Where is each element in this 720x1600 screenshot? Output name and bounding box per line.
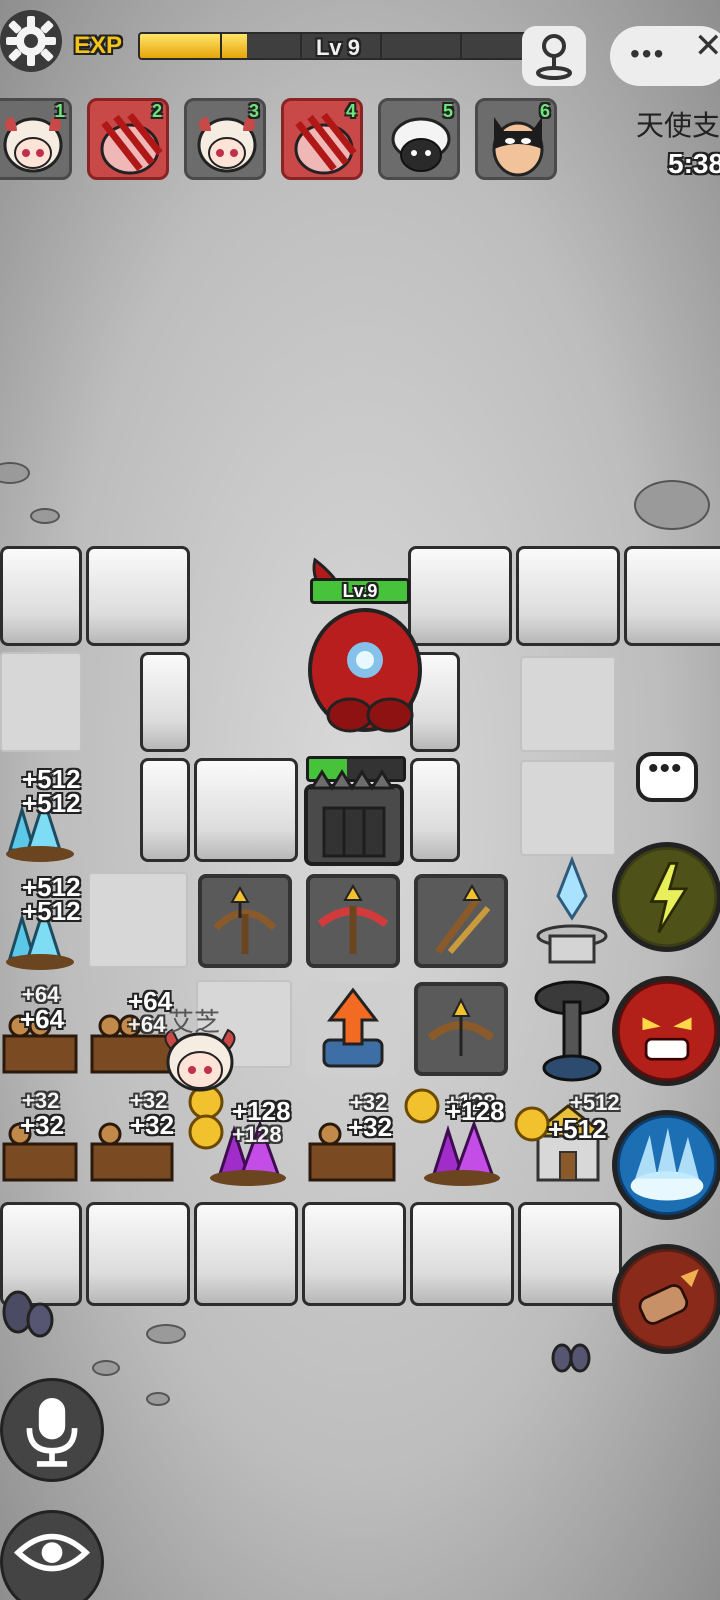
microphone-icon (26, 1397, 78, 1467)
crossbow-upgrade-icon (213, 885, 277, 954)
player-slot-3[interactable]: 3 (184, 98, 266, 180)
crossbow-upgrade-icon (435, 883, 491, 955)
spectate-eye-button[interactable] (0, 1510, 104, 1600)
player-name: 艾芝 (168, 1007, 221, 1037)
wall-block (410, 758, 460, 862)
gold-coin-icon (514, 1106, 550, 1142)
player-slot-4[interactable]: 4 (281, 98, 363, 180)
wall-block (86, 1202, 190, 1306)
floor-cell[interactable] (520, 760, 616, 856)
voice-mic-button[interactable] (0, 1378, 104, 1482)
more-options-icon[interactable]: ••• (630, 38, 665, 70)
gold-coin-icon (404, 1088, 440, 1124)
crossbow-upgrade-icon (427, 997, 495, 1056)
turret-upgrade-slot[interactable] (306, 982, 400, 1076)
floor-cell[interactable] (520, 656, 616, 752)
wall-block (194, 758, 298, 862)
player-number: 3 (248, 101, 259, 121)
player-slot-5[interactable]: 5 (378, 98, 460, 180)
mini-program-capsule: ••• ✕ (610, 26, 720, 86)
resource-gain-label: +512 (548, 1114, 607, 1144)
player-slot-2[interactable]: 2 (87, 98, 169, 180)
wall-block (518, 1202, 622, 1306)
player-number: 1 (54, 101, 65, 121)
dark-crystal-decoration (551, 1343, 591, 1373)
wall-block (194, 1202, 298, 1306)
pebble-decoration (30, 508, 60, 524)
resource-gain-label: +512 (570, 1090, 620, 1115)
wall-block (140, 652, 190, 752)
red-crossbow-tower-slot[interactable] (306, 874, 400, 968)
player-slot-1[interactable]: 1 (0, 98, 72, 180)
chat-dots-icon: ••• (648, 752, 683, 785)
wall-block (86, 546, 190, 646)
boss-level-badge: Lv.9 (310, 578, 410, 604)
resource-gain-label: +64 (20, 1004, 65, 1034)
player-slot-6[interactable]: 6 (475, 98, 557, 180)
close-icon[interactable]: ✕ (694, 26, 720, 66)
wall-block (302, 1202, 406, 1306)
floor-cell[interactable] (0, 652, 82, 752)
settings-gear-icon[interactable] (0, 10, 62, 72)
room-timer: 5:38 (668, 148, 720, 179)
pebble-decoration (92, 1360, 120, 1376)
rage-face-icon (619, 983, 715, 1079)
wall-block (624, 546, 720, 646)
pebble-decoration (0, 462, 30, 484)
player-number: 2 (151, 101, 162, 121)
joystick-button[interactable] (522, 26, 586, 86)
resource-gain-label: +512 (22, 896, 81, 926)
room-title: 天使支 (636, 110, 720, 141)
ice-crystal-shrine[interactable] (526, 856, 618, 972)
pebble-decoration (146, 1324, 186, 1344)
spiked-gate[interactable] (302, 758, 406, 868)
ice-burst-skill-button[interactable] (612, 1110, 720, 1220)
fist-strike-skill-button[interactable] (612, 1244, 720, 1354)
player-number: 6 (539, 101, 550, 121)
bow-tower-slot[interactable] (414, 982, 508, 1076)
ice-burst-icon (619, 1117, 715, 1213)
chat-bubble-button[interactable]: ••• (636, 752, 698, 802)
multi-crossbow-tower-slot[interactable] (414, 874, 508, 968)
wall-block (0, 546, 82, 646)
eye-icon (13, 1533, 91, 1572)
resource-gain-label: +128 (232, 1122, 282, 1147)
exp-label: EXP (74, 32, 123, 59)
player-number: 4 (345, 101, 356, 121)
upgrade-arrow-icon (322, 987, 384, 1068)
player-level: Lv 9 (315, 35, 361, 60)
wall-block (516, 546, 620, 646)
wall-block (140, 758, 190, 862)
resource-gain-label: +32 (20, 1110, 65, 1140)
crossbow-tower-slot[interactable] (198, 874, 292, 968)
resource-gain-label: +128 (446, 1096, 505, 1126)
cannon-tower[interactable] (526, 978, 618, 1088)
exp-progress-bar: Lv 9 (138, 32, 538, 60)
resource-gain-label: +32 (348, 1112, 393, 1142)
floor-cell[interactable] (88, 872, 188, 968)
rock-decoration (634, 480, 710, 530)
fist-strike-icon (619, 1251, 715, 1347)
joystick-icon (536, 34, 572, 80)
lightning-dash-skill-button[interactable] (612, 842, 720, 952)
dark-crystal-decoration (2, 1290, 54, 1338)
pebble-decoration (146, 1392, 170, 1406)
crossbow-upgrade-icon (317, 883, 389, 954)
wall-block (410, 1202, 514, 1306)
rage-face-skill-button[interactable] (612, 976, 720, 1086)
lightning-dash-icon (619, 849, 715, 945)
player-number: 5 (442, 101, 453, 121)
resource-gain-label: +512 (22, 788, 81, 818)
